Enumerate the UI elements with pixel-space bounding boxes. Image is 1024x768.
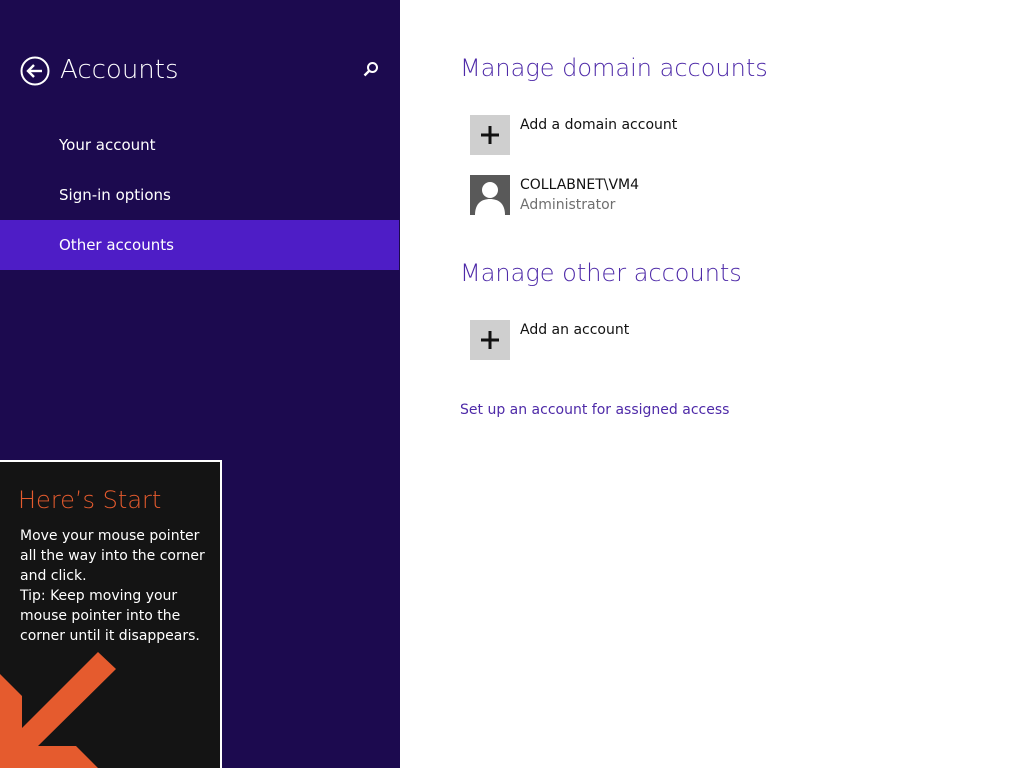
pc-settings-window: Accounts Your account Sign-in options Ot…: [0, 0, 1024, 768]
account-role: Administrator: [520, 197, 616, 213]
assigned-access-link[interactable]: Set up an account for assigned access: [460, 402, 729, 418]
plus-icon: [481, 126, 499, 144]
tip-body: Move your mouse pointer all the way into…: [20, 528, 205, 644]
user-avatar-icon: [475, 182, 505, 215]
domain-accounts-heading: Manage domain accounts: [460, 54, 768, 82]
add-account-label[interactable]: Add an account: [520, 322, 629, 338]
start-tip-overlay: Here’s Start Move your mouse pointer all…: [0, 460, 222, 768]
account-avatar[interactable]: [470, 175, 510, 215]
account-name[interactable]: COLLABNET\VM4: [520, 177, 639, 193]
nav-item-your-account[interactable]: Your account: [0, 120, 399, 170]
search-icon: [363, 62, 378, 77]
add-domain-account-label[interactable]: Add a domain account: [520, 117, 677, 133]
nav-item-sign-in-options[interactable]: Sign-in options: [0, 170, 399, 220]
page-title: Accounts: [60, 55, 179, 85]
back-arrow-circle-icon: [20, 56, 50, 86]
back-button[interactable]: [20, 56, 50, 86]
corner-arrow-icon: [0, 652, 116, 768]
search-button[interactable]: [361, 60, 381, 80]
other-accounts-heading: Manage other accounts: [460, 259, 742, 287]
tip-title: Here’s Start: [18, 486, 162, 514]
plus-icon: [481, 331, 499, 349]
nav-item-other-accounts[interactable]: Other accounts: [0, 220, 399, 270]
add-domain-account-button[interactable]: [470, 115, 510, 155]
add-account-button[interactable]: [470, 320, 510, 360]
